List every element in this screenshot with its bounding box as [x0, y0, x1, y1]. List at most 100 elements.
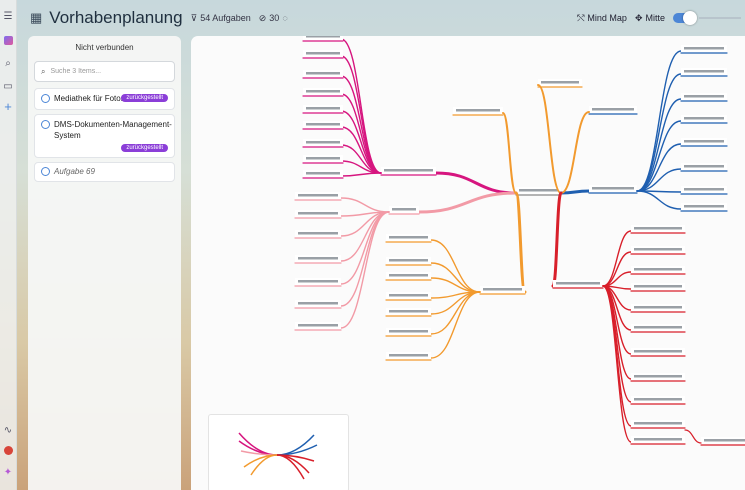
branch-edge [636, 73, 682, 192]
link-icon: ⊘ [258, 12, 267, 23]
list-item[interactable]: Aufgabe 69 [34, 162, 175, 182]
node-text-placeholder [298, 232, 338, 235]
node-text-placeholder [684, 140, 724, 143]
node-text-placeholder [483, 288, 522, 291]
node-text-placeholder [306, 107, 340, 110]
branch-edge [340, 197, 390, 213]
branch-edge [434, 171, 518, 195]
status-circle-icon[interactable] [41, 167, 50, 176]
mindmap-canvas[interactable] [191, 36, 745, 490]
zoom-slider-handle[interactable] [673, 11, 697, 25]
minimap-branch [243, 454, 278, 468]
branch-edge [340, 110, 382, 174]
search-input[interactable]: ⌕ Suche 3 Items... [34, 61, 175, 82]
folder-icon[interactable]: ▭ [2, 80, 14, 92]
node-text-placeholder [541, 81, 579, 84]
branch-edge [340, 55, 382, 174]
node-text-placeholder [306, 90, 340, 93]
node-text-placeholder [389, 330, 428, 333]
node-text-placeholder [684, 188, 724, 191]
node-text-placeholder [684, 70, 724, 73]
minimap-preview [238, 432, 318, 480]
branch-edge [537, 84, 562, 194]
node-text-placeholder [519, 189, 558, 192]
list-item[interactable]: DMS-Dokumenten-Management-System zurückg… [34, 114, 175, 158]
node-text-placeholder [634, 398, 682, 401]
node-text-placeholder [306, 157, 340, 160]
branch-edge [430, 291, 481, 359]
node-text-placeholder [389, 310, 428, 313]
plus-icon[interactable]: + [2, 99, 14, 114]
branch-edge [502, 112, 517, 194]
panel-title: Nicht verbunden [75, 43, 134, 52]
branch-edge [560, 111, 590, 194]
node-text-placeholder [306, 72, 340, 75]
mindmap-icon: ⤲ [577, 12, 585, 23]
filter-icon: ⊽ [190, 12, 198, 23]
node-text-placeholder [592, 187, 634, 190]
branch-edge [551, 191, 563, 288]
node-text-placeholder [389, 274, 428, 277]
node-text-placeholder [298, 280, 338, 283]
branch-edge [340, 211, 390, 329]
node-text-placeholder [634, 285, 682, 288]
zoom-slider[interactable] [699, 17, 741, 19]
activity-icon[interactable]: ∿ [2, 424, 14, 436]
node-text-placeholder [298, 194, 338, 197]
minimap-branch [276, 434, 315, 456]
branch-edge [602, 285, 632, 403]
node-text-placeholder [634, 438, 682, 441]
branch-edge [684, 429, 702, 444]
node-text-placeholder [634, 326, 682, 329]
menu-icon[interactable]: ☰ [2, 10, 14, 22]
node-text-placeholder [389, 294, 428, 297]
minimap-branch [238, 440, 278, 456]
node-text-placeholder [634, 375, 682, 378]
comment-icon[interactable]: ◌ [282, 13, 287, 23]
node-text-placeholder [684, 117, 724, 120]
center-button[interactable]: ✥ Mitte [635, 13, 665, 24]
left-rail: ☰ ⌕ ▭ + ∿ ✦ [0, 0, 17, 490]
node-text-placeholder [306, 123, 340, 126]
node-text-placeholder [456, 109, 500, 112]
minimap[interactable] [208, 414, 349, 490]
status-badge: zurückgestellt [121, 94, 168, 102]
search-icon[interactable]: ⌕ [2, 57, 14, 69]
node-text-placeholder [634, 268, 682, 271]
branch-edge [636, 190, 682, 210]
node-text-placeholder [389, 259, 428, 262]
link-count[interactable]: ⊘ 30 ◌ [259, 13, 288, 24]
node-text-placeholder [298, 257, 338, 260]
node-text-placeholder [298, 302, 338, 305]
node-text-placeholder [392, 208, 416, 211]
app-icon[interactable] [2, 34, 14, 46]
status-circle-icon[interactable] [41, 120, 50, 129]
branch-edge [340, 211, 390, 262]
node-text-placeholder [704, 439, 745, 442]
node-text-placeholder [306, 172, 340, 175]
mindmap-view-button[interactable]: ⤲ Mind Map [577, 13, 627, 24]
node-text-placeholder [389, 236, 428, 239]
node-text-placeholder [306, 141, 340, 144]
minimap-branch [250, 454, 278, 476]
header: ▦ Vorhabenplanung ⊽ 54 Aufgaben ⊘ 30 ◌ ⤲… [16, 0, 745, 36]
sparkle-icon[interactable]: ✦ [2, 466, 14, 478]
node-text-placeholder [634, 350, 682, 353]
node-text-placeholder [634, 422, 682, 425]
task-count[interactable]: ⊽ 54 Aufgaben [191, 13, 251, 24]
node-text-placeholder [684, 165, 724, 168]
unconnected-panel: Nicht verbunden ⌕ Suche 3 Items... Media… [28, 36, 181, 490]
node-text-placeholder [298, 324, 338, 327]
node-text-placeholder [684, 47, 724, 50]
branch-edge [514, 191, 527, 294]
node-text-placeholder [298, 212, 338, 215]
page-title: Vorhabenplanung [49, 8, 183, 27]
status-circle-icon[interactable] [41, 94, 50, 103]
node-text-placeholder [634, 248, 682, 251]
node-text-placeholder [684, 205, 724, 208]
node-text-placeholder [556, 282, 600, 285]
avatar-icon[interactable] [2, 444, 14, 456]
node-text-placeholder [684, 95, 724, 98]
list-item[interactable]: Mediathek für Fotos zurückgestellt [34, 88, 175, 110]
branch-edge [636, 143, 682, 192]
